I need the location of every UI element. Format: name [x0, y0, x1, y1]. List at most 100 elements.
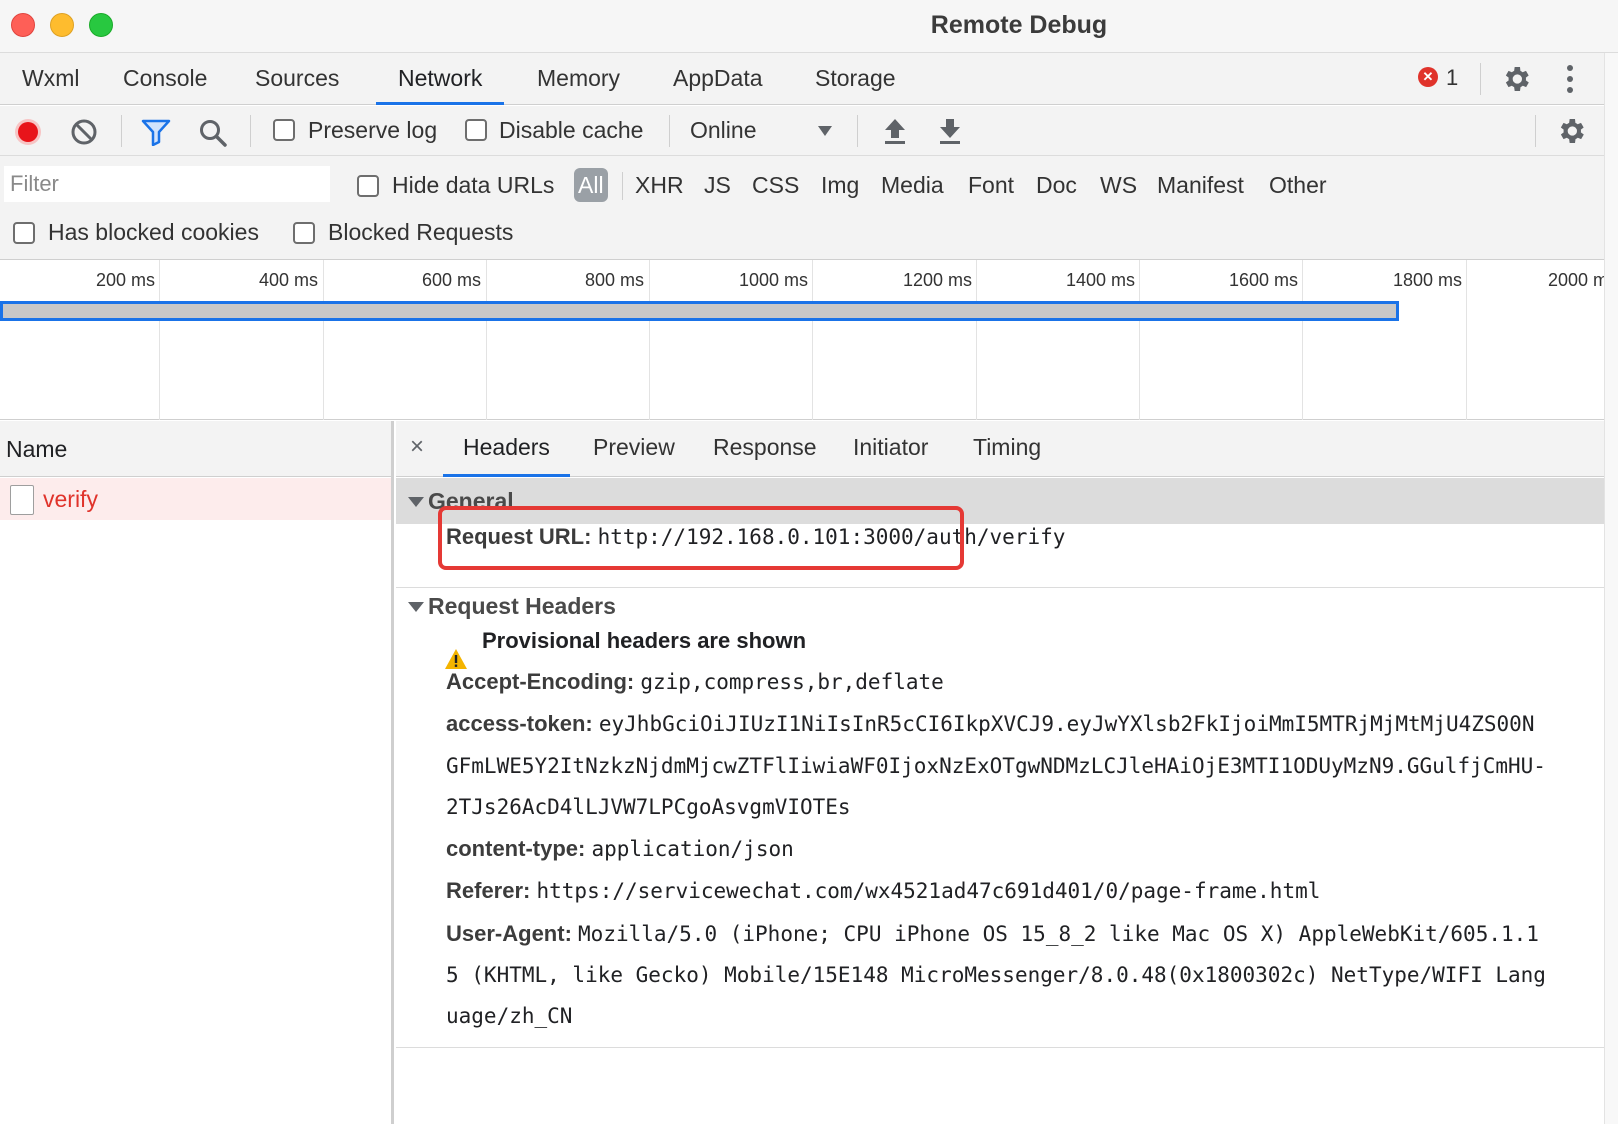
warning-text: Provisional headers are shown [482, 628, 807, 653]
warning-icon [445, 649, 467, 669]
type-filter-all[interactable]: All [574, 168, 608, 202]
header-value: eyJhbGciOiJIUzI1NiIsInR5cCI6IkpXVCJ9.eyJ… [598, 712, 1535, 736]
expand-triangle-icon [408, 602, 424, 612]
settings-gear-icon[interactable] [1500, 63, 1532, 95]
details-tab-bar: × Headers Preview Response Initiator Tim… [396, 421, 1604, 477]
header-value-continued: 2TJs26AcD4lLJVW7LPCgoAsvgmVIOTEs [446, 795, 851, 819]
type-filter-img[interactable]: Img [821, 168, 859, 202]
clear-icon[interactable] [70, 118, 98, 146]
tab-preview[interactable]: Preview [573, 421, 695, 477]
more-options-icon[interactable] [1566, 65, 1574, 95]
timeline-tick-label: 600 ms [421, 270, 481, 290]
search-icon[interactable] [198, 118, 228, 148]
filter-icon[interactable] [141, 118, 171, 146]
throttling-select[interactable]: Online [690, 117, 756, 144]
timeline-gridline [1302, 260, 1303, 420]
request-headers-section-header[interactable]: Request Headers [396, 583, 1604, 629]
header-accept-encoding: Accept-Encoding: gzip,compress,br,deflat… [446, 669, 944, 695]
timeline-tick-label: 1600 ms [1228, 270, 1298, 290]
header-referer: Referer: https://servicewechat.com/wx452… [446, 878, 1320, 904]
type-filter-manifest[interactable]: Manifest [1157, 168, 1244, 202]
timeline-overview[interactable]: 200 ms 400 ms 600 ms 800 ms 1000 ms 1200… [0, 260, 1604, 420]
network-settings-gear-icon[interactable] [1555, 115, 1587, 147]
request-details-panel: × Headers Preview Response Initiator Tim… [396, 421, 1604, 1124]
disable-cache-checkbox[interactable] [465, 119, 487, 141]
request-headers-section-title: Request Headers [428, 593, 616, 619]
header-value-continued: GFmLWE5Y2ItNzkzNjdmMjcwZTFlIiwiaWF0IjoxN… [446, 754, 1546, 778]
has-blocked-cookies-label: Has blocked cookies [48, 219, 259, 245]
main-tab-bar: Wxml Console Sources Network Memory AppD… [0, 53, 1618, 105]
timeline-tick-label: 400 ms [258, 270, 318, 290]
tab-storage[interactable]: Storage [793, 53, 918, 105]
header-value: Mozilla/5.0 (iPhone; CPU iPhone OS 15_8_… [578, 922, 1539, 946]
type-filter-css[interactable]: CSS [752, 168, 799, 202]
header-value-continued: uage/zh_CN [446, 1004, 573, 1028]
type-filter-js[interactable]: JS [704, 168, 731, 202]
timeline-tick-label: 200 ms [95, 270, 155, 290]
header-access-token: access-token: eyJhbGciOiJIUzI1NiIsInR5cC… [446, 711, 1534, 737]
export-har-download-icon[interactable] [937, 117, 963, 145]
type-filter-ws[interactable]: WS [1100, 168, 1137, 202]
timeline-tick-label: 800 ms [584, 270, 644, 290]
import-har-upload-icon[interactable] [882, 117, 908, 145]
highlight-annotation-box [438, 506, 964, 570]
type-filter-media[interactable]: Media [881, 168, 944, 202]
timeline-tick-label: 1400 ms [1065, 270, 1135, 290]
hide-data-urls-label: Hide data URLs [392, 172, 555, 198]
timeline-gridline [486, 260, 487, 420]
name-column-header[interactable]: Name [0, 421, 391, 477]
header-value-continued: 5 (KHTML, like Gecko) Mobile/15E148 Micr… [446, 963, 1546, 987]
header-key: access-token: [446, 711, 593, 736]
tab-headers[interactable]: Headers [443, 421, 570, 477]
type-filter-doc[interactable]: Doc [1036, 168, 1077, 202]
tab-appdata[interactable]: AppData [651, 53, 785, 105]
error-count[interactable]: 1 [1446, 65, 1458, 91]
provisional-headers-warning: Provisional headers are shown [482, 628, 806, 654]
divider [1535, 115, 1536, 147]
chevron-down-icon[interactable] [817, 125, 833, 137]
request-list-panel: Name verify [0, 421, 394, 1124]
header-value: https://servicewechat.com/wx4521ad47c691… [536, 879, 1321, 903]
tab-response[interactable]: Response [693, 421, 837, 477]
preserve-log-checkbox[interactable] [273, 119, 295, 141]
header-key: User-Agent: [446, 921, 572, 946]
vertical-scrollbar[interactable] [1604, 53, 1618, 1124]
timeline-gridline [159, 260, 160, 420]
header-key: content-type: [446, 836, 586, 861]
timeline-gridline [323, 260, 324, 420]
record-icon[interactable] [13, 117, 43, 147]
timeline-gridline [649, 260, 650, 420]
timeline-gridline [1139, 260, 1140, 420]
type-filter-font[interactable]: Font [968, 168, 1014, 202]
tab-sources[interactable]: Sources [233, 53, 361, 105]
blocked-requests-checkbox[interactable] [293, 222, 315, 244]
filter-input[interactable] [4, 166, 330, 202]
timeline-gridline [976, 260, 977, 420]
type-filter-other[interactable]: Other [1269, 168, 1327, 202]
filter-bar: Hide data URLs All XHR JS CSS Img Media … [0, 156, 1618, 260]
type-filter-xhr[interactable]: XHR [635, 168, 684, 202]
preserve-log-label: Preserve log [308, 117, 438, 143]
tab-memory[interactable]: Memory [515, 53, 642, 105]
request-name: verify [43, 486, 98, 512]
tab-initiator[interactable]: Initiator [833, 421, 948, 477]
tab-wxml[interactable]: Wxml [0, 53, 101, 105]
header-value: gzip,compress,br,deflate [640, 670, 944, 694]
tab-network[interactable]: Network [376, 53, 505, 105]
request-row[interactable]: verify [0, 478, 391, 520]
document-file-icon [10, 485, 34, 515]
window-title: Remote Debug [930, 11, 1108, 39]
error-icon[interactable]: ✕ [1418, 67, 1438, 87]
timeline-gridline [1466, 260, 1467, 420]
divider [857, 115, 858, 147]
tab-console[interactable]: Console [101, 53, 229, 105]
request-timing-bar [0, 301, 1399, 321]
tab-timing[interactable]: Timing [953, 421, 1061, 477]
hide-data-urls-checkbox[interactable] [357, 175, 379, 197]
timeline-gridline [812, 260, 813, 420]
header-key: Referer: [446, 878, 531, 903]
divider [250, 115, 251, 147]
title-bar: Remote Debug [0, 0, 1618, 53]
close-details-icon[interactable]: × [410, 433, 424, 461]
has-blocked-cookies-checkbox[interactable] [13, 222, 35, 244]
